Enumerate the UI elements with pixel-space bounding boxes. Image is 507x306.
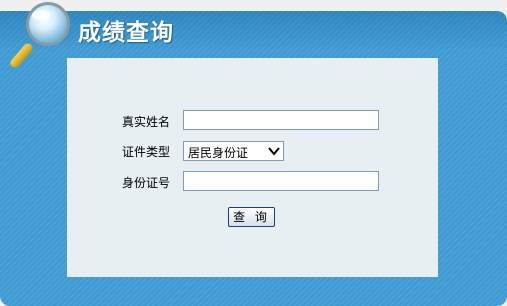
name-input[interactable] [183, 110, 379, 130]
id-type-selected: 居民身份证 [188, 146, 249, 160]
chevron-down-icon [268, 147, 280, 156]
page-title: 成绩查询 [78, 20, 174, 46]
id-type-label: 证件类型 [122, 145, 171, 159]
id-number-label: 身份证号 [122, 176, 171, 190]
id-type-select[interactable]: 居民身份证 [183, 141, 284, 161]
id-number-row: 身份证号 [67, 171, 438, 193]
query-form: 真实姓名 证件类型 居民身份证 身份证号 查 询 [67, 58, 438, 277]
query-button[interactable]: 查 询 [228, 207, 275, 227]
name-row: 真实姓名 [67, 110, 438, 132]
name-label: 真实姓名 [122, 115, 171, 129]
id-number-input[interactable] [183, 171, 379, 191]
id-type-row: 证件类型 居民身份证 [67, 140, 438, 162]
